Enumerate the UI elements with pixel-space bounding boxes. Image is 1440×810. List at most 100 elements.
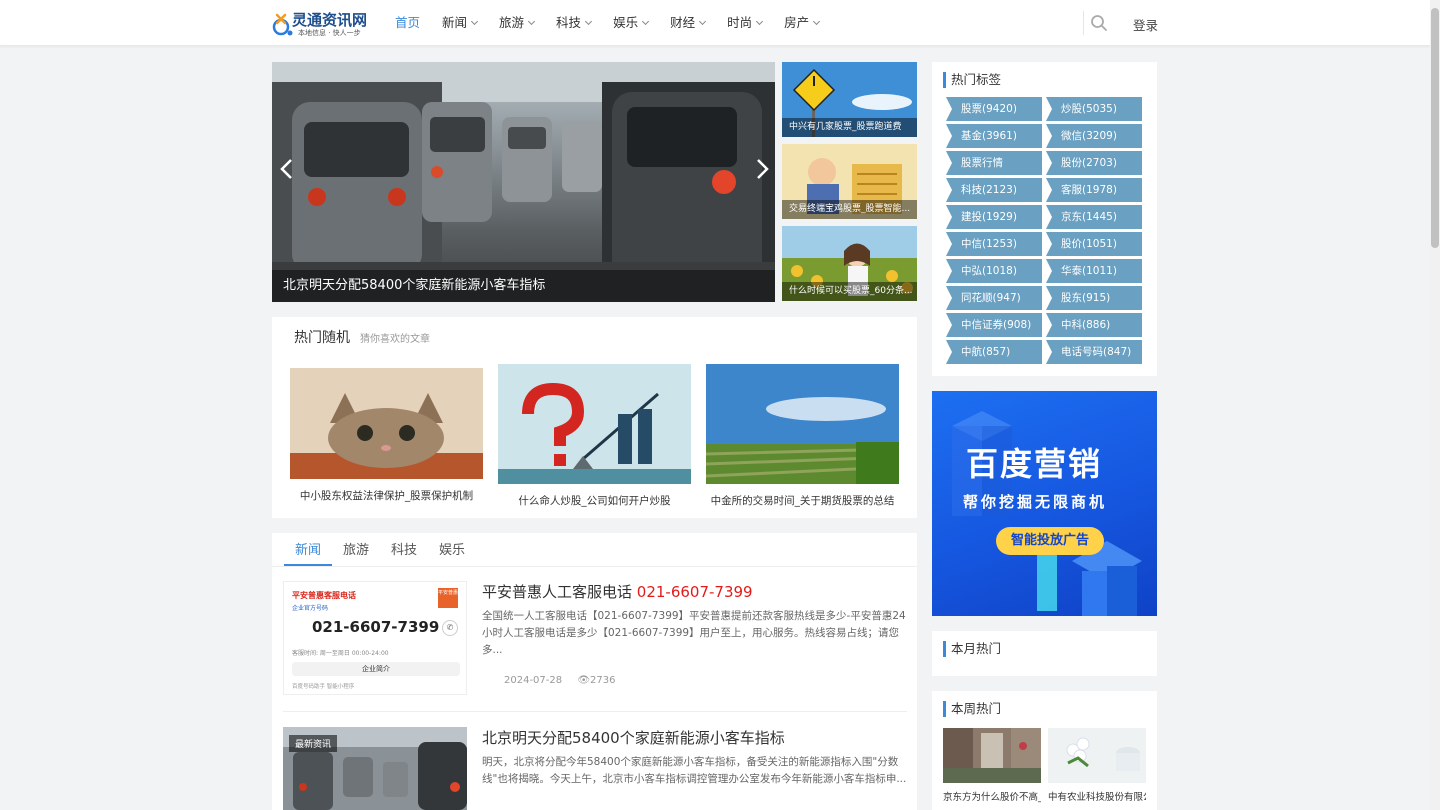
- hot-random-card[interactable]: 中金所的交易时间_关于期货股票的总结: [706, 364, 899, 508]
- tag-chip[interactable]: 中信证券(908): [946, 313, 1042, 337]
- phone-card-brand: 平安普惠客服电话: [292, 591, 356, 600]
- side-thumb-1[interactable]: 中兴有几家股票_股票跑道费: [782, 62, 917, 137]
- baidu-marketing-ad[interactable]: 百度营销 帮你挖掘无限商机 智能投放广告: [932, 391, 1157, 616]
- news-list-item[interactable]: 平安普惠客服电话 企业官方号码 平安普惠 021-6607-7399 ✆ 客服时…: [283, 581, 907, 701]
- tag-chip[interactable]: 中信(1253): [946, 232, 1042, 256]
- tag-chip[interactable]: 建投(1929): [946, 205, 1042, 229]
- news-thumb-phone-card: 平安普惠客服电话 企业官方号码 平安普惠 021-6607-7399 ✆ 客服时…: [283, 581, 467, 695]
- hot-random-card[interactable]: 什么命人炒股_公司如何开户炒股: [498, 364, 691, 508]
- tag-chip[interactable]: 京东(1445): [1046, 205, 1142, 229]
- flower-image: [1048, 728, 1146, 783]
- login-link[interactable]: 登录: [1133, 15, 1158, 34]
- site-logo[interactable]: 灵通资讯网 本地信息 · 快人一步: [272, 9, 382, 39]
- hot-tags-panel: 热门标签 股票(9420) 炒股(5035) 基金(3961) 微信(3209) 股票行…: [932, 62, 1157, 376]
- site-header: 灵通资讯网 本地信息 · 快人一步 首页 新闻 旅游 科技 娱乐 财经 时尚 房…: [0, 0, 1430, 46]
- news-divider: [283, 711, 907, 712]
- slider-next-arrow-icon[interactable]: [749, 156, 775, 182]
- tag-chip[interactable]: 科技(2123): [946, 178, 1042, 202]
- side-thumb-2[interactable]: 交易终端宝鸡股票_股票智能...: [782, 144, 917, 219]
- nav-item-fashion[interactable]: 时尚: [727, 0, 764, 46]
- news-date: 2024-07-28: [504, 675, 563, 686]
- tag-chip[interactable]: 基金(3961): [946, 124, 1042, 148]
- traffic-illustration: [272, 62, 775, 302]
- nav-item-tech[interactable]: 科技: [556, 0, 593, 46]
- hot-tags-title: 热门标签: [943, 72, 1001, 88]
- tag-chip[interactable]: 微信(3209): [1046, 124, 1142, 148]
- slider-caption[interactable]: 北京明天分配58400个家庭新能源小客车指标: [272, 270, 775, 302]
- ad-title: 百度营销: [966, 445, 1103, 483]
- tag-chip[interactable]: 中弘(1018): [946, 259, 1042, 283]
- week-hot-card[interactable]: 中有农业科技股份有限公司怎么样_农业平台: [1048, 728, 1146, 804]
- tag-chip[interactable]: 华泰(1011): [1046, 259, 1142, 283]
- tag-chip[interactable]: 股价(1051): [1046, 232, 1142, 256]
- hot-random-panel: 热门随机 猜你喜欢的文章 中小股东权益法律保护_股票保护机制 什么命人炒股_公司…: [272, 317, 917, 518]
- news-tabs: 新闻 旅游 科技 娱乐: [284, 533, 476, 566]
- page-scrollbar[interactable]: [1430, 0, 1440, 810]
- news-item-desc: 全国统一人工客服电话【021-6607-7399】平安普惠提前还款客服热线是多少…: [482, 610, 906, 656]
- nav-item-home[interactable]: 首页: [395, 0, 420, 46]
- flower-illustration: [1048, 728, 1146, 783]
- tag-chip[interactable]: 客服(1978): [1046, 178, 1142, 202]
- hot-random-card[interactable]: 中小股东权益法律保护_股票保护机制: [290, 364, 483, 503]
- nav-label: 首页: [395, 15, 421, 30]
- nav-item-realestate[interactable]: 房产: [784, 0, 821, 46]
- farmland-illustration: [706, 364, 899, 484]
- tag-chip[interactable]: 炒股(5035): [1046, 97, 1142, 121]
- tag-chip[interactable]: 股票行情: [946, 151, 1042, 175]
- chevron-down-icon: [756, 17, 764, 26]
- alley-image: [943, 728, 1041, 783]
- cat-image: [290, 368, 483, 479]
- tag-chip[interactable]: 中航(857): [946, 340, 1042, 364]
- eye-icon: 👁: [577, 675, 591, 686]
- search-icon[interactable]: [1090, 14, 1108, 32]
- tag-chip[interactable]: 中科(886): [1046, 313, 1142, 337]
- tab-news[interactable]: 新闻: [284, 533, 333, 566]
- news-title-phone: 021-6607-7399: [636, 583, 753, 601]
- ad-subtitle: 帮你挖掘无限商机: [963, 493, 1108, 511]
- news-views: 2736: [590, 675, 616, 686]
- tag-chip[interactable]: 同花顺(947): [946, 286, 1042, 310]
- chevron-down-icon: [813, 17, 821, 26]
- scrollbar-thumb[interactable]: [1431, 8, 1439, 248]
- news-list-item[interactable]: 最新资讯 北京明天分配58400个家庭新能源小客车指标 明天，北京将分配今年58…: [283, 727, 907, 810]
- slider-prev-arrow-icon[interactable]: [274, 156, 300, 182]
- tag-chip[interactable]: 股东(915): [1046, 286, 1142, 310]
- side-thumb-caption: 中兴有几家股票_股票跑道费: [782, 118, 917, 137]
- week-hot-caption: 京东方为什么股价不高_京东方股票行情: [943, 792, 1041, 803]
- tab-tech[interactable]: 科技: [380, 533, 428, 566]
- news-item-meta: 2024-07-28 👁2736: [504, 675, 615, 686]
- farmland-image: [706, 364, 899, 484]
- logo-subtitle: 本地信息 · 快人一步: [298, 29, 361, 37]
- hot-random-caption: 什么命人炒股_公司如何开户炒股: [518, 495, 671, 507]
- week-hot-card[interactable]: 京东方为什么股价不高_京东方股票行情: [943, 728, 1041, 804]
- nav-label: 时尚: [727, 15, 753, 30]
- nav-item-news[interactable]: 新闻: [442, 0, 479, 46]
- side-thumb-3[interactable]: 什么时候可以买股票_60分条...: [782, 226, 917, 301]
- phone-card-hours: 客服时间: 周一至周日 00:00-24:00: [292, 650, 389, 657]
- logo-mark-icon: [272, 13, 293, 36]
- nav-item-entertainment[interactable]: 娱乐: [613, 0, 650, 46]
- tab-travel[interactable]: 旅游: [332, 533, 380, 566]
- question-mark-illustration: [498, 364, 691, 484]
- side-thumb-caption: 什么时候可以买股票_60分条...: [782, 282, 917, 301]
- tag-chip[interactable]: 股票(9420): [946, 97, 1042, 121]
- tab-entertainment[interactable]: 娱乐: [428, 533, 476, 566]
- nav-item-travel[interactable]: 旅游: [499, 0, 536, 46]
- ad-cta-button[interactable]: 智能投放广告: [996, 527, 1104, 555]
- phone-icon: ✆: [442, 620, 458, 636]
- hero-slider[interactable]: 北京明天分配58400个家庭新能源小客车指标: [272, 62, 775, 302]
- tag-chip[interactable]: 股份(2703): [1046, 151, 1142, 175]
- week-hot-caption: 中有农业科技股份有限公司怎么样_农业平台: [1048, 792, 1146, 803]
- news-thumb-traffic: 最新资讯: [283, 727, 467, 810]
- hot-random-subtitle: 猜你喜欢的文章: [360, 334, 430, 345]
- chevron-down-icon: [585, 17, 593, 26]
- news-item-title[interactable]: 北京明天分配58400个家庭新能源小客车指标: [482, 727, 785, 748]
- side-thumb-caption: 交易终端宝鸡股票_股票智能...: [782, 200, 917, 219]
- search-divider: [1083, 11, 1084, 35]
- hot-random-caption: 中金所的交易时间_关于期货股票的总结: [710, 495, 895, 507]
- chevron-down-icon: [470, 17, 479, 26]
- tag-chip[interactable]: 电话号码(847): [1046, 340, 1142, 364]
- news-item-title[interactable]: 平安普惠人工客服电话 021-6607-7399: [482, 581, 753, 602]
- nav-label: 娱乐: [613, 15, 639, 30]
- nav-item-finance[interactable]: 财经: [670, 0, 707, 46]
